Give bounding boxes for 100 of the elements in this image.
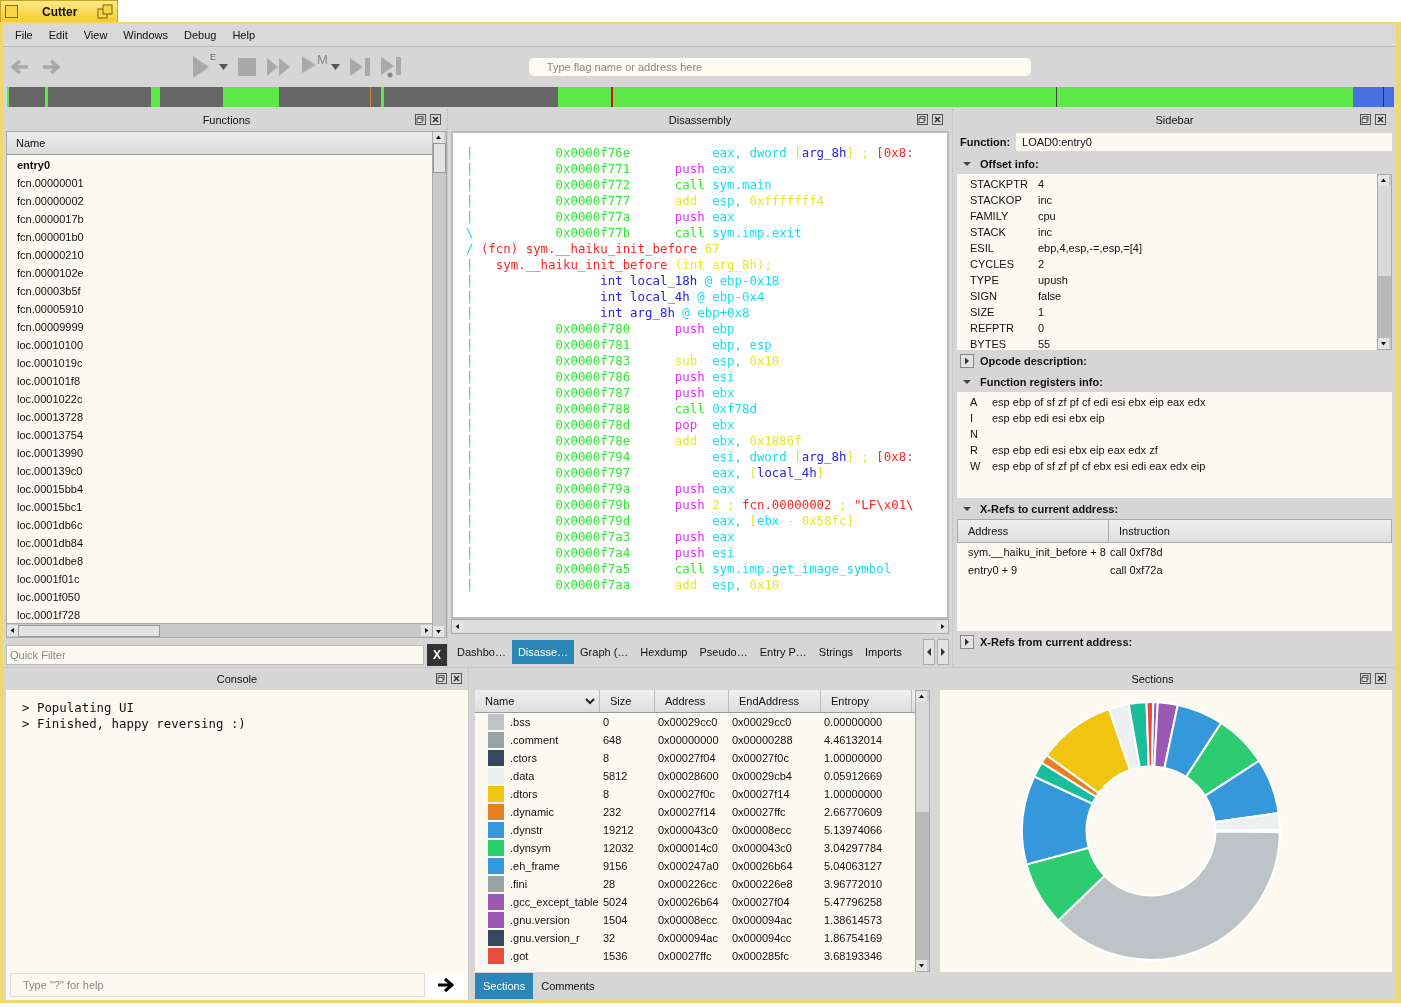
scroll-left-icon[interactable] <box>452 621 463 632</box>
scroll-up-icon[interactable] <box>916 691 927 702</box>
zoom-icon[interactable] <box>97 3 113 20</box>
menu-item[interactable]: Debug <box>176 29 225 41</box>
tab[interactable]: Imports <box>859 640 908 664</box>
table-cell-text: 0x00027f0c <box>731 751 790 766</box>
function-item[interactable]: loc.00010100 <box>7 336 432 354</box>
command-field[interactable]: Type "?" for help <box>10 973 425 997</box>
function-item[interactable]: fcn.00003b5f <box>7 282 432 300</box>
function-item[interactable]: fcn.00000210 <box>7 246 432 264</box>
function-item[interactable]: loc.000101f8 <box>7 372 432 390</box>
scroll-down-icon[interactable] <box>1378 338 1389 349</box>
function-item[interactable]: loc.0001f01c <box>7 570 432 588</box>
function-item[interactable]: loc.0001f728 <box>7 606 432 623</box>
tab[interactable]: Disasse… <box>511 640 575 664</box>
clear-button[interactable]: X <box>427 644 447 666</box>
column-header[interactable]: Entropy <box>821 690 912 712</box>
close-icon[interactable] <box>932 114 943 125</box>
float-icon[interactable] <box>917 114 928 125</box>
function-item[interactable]: loc.0001db6c <box>7 516 432 534</box>
table-cell-text: 0x000247a0 <box>657 859 720 874</box>
mnemonic: push <box>674 369 705 384</box>
tab[interactable]: Dashbo… <box>451 640 512 664</box>
table-cell-text: 0x000285fc <box>731 949 790 964</box>
column-header[interactable]: Address <box>655 690 729 712</box>
horizontal-scrollbar[interactable] <box>451 619 949 634</box>
filter-field[interactable]: Quick Filter <box>6 645 424 665</box>
window-menu-icon[interactable] <box>5 5 18 18</box>
column-header[interactable]: Size <box>600 690 655 712</box>
scroll-thumb[interactable] <box>1378 276 1391 338</box>
menu-item[interactable]: Windows <box>115 29 176 41</box>
float-icon[interactable] <box>1360 114 1371 125</box>
local-variable: int local_18h @ ebp-0x18 <box>600 273 780 289</box>
close-icon[interactable] <box>451 673 462 684</box>
scroll-left-icon[interactable] <box>923 639 935 665</box>
function-item[interactable]: fcn.0000017b <box>7 210 432 228</box>
function-item[interactable]: loc.00015bc1 <box>7 498 432 516</box>
tab[interactable]: Comments <box>533 973 603 999</box>
tab[interactable]: Graph (… <box>574 640 635 664</box>
function-item[interactable]: entry0 <box>7 156 432 174</box>
function-item[interactable]: loc.00013754 <box>7 426 432 444</box>
scroll-left-icon[interactable] <box>7 625 18 636</box>
column-header[interactable]: Name <box>7 132 432 155</box>
function-item[interactable]: loc.0001022c <box>7 390 432 408</box>
function-item[interactable]: loc.0001f050 <box>7 588 432 606</box>
vertical-scrollbar[interactable] <box>1377 174 1392 350</box>
tab[interactable]: Strings <box>812 640 860 664</box>
column-header[interactable]: Name <box>475 690 600 712</box>
float-icon[interactable] <box>415 114 426 125</box>
table-cell-text: .got <box>510 949 529 964</box>
scroll-thumb[interactable] <box>18 624 160 637</box>
execute-button[interactable] <box>428 973 464 997</box>
horizontal-scrollbar[interactable] <box>7 623 432 637</box>
scroll-right-icon[interactable] <box>421 625 432 636</box>
tab[interactable]: Sections <box>475 973 534 999</box>
menu-item[interactable]: View <box>75 29 116 41</box>
field-label: Function: <box>960 136 1011 148</box>
vertical-scrollbar[interactable] <box>432 132 446 637</box>
scroll-right-icon[interactable] <box>937 621 948 632</box>
tab[interactable]: Pseudo… <box>693 640 754 664</box>
search-field[interactable]: Type flag name or address here <box>528 58 1031 76</box>
operands: eax, [ebx - 0x58fc] <box>712 513 854 529</box>
menu-item[interactable]: Edit <box>40 29 76 41</box>
caret-icon[interactable] <box>330 64 340 70</box>
function-item[interactable]: fcn.00000002 <box>7 192 432 210</box>
function-field[interactable]: LOAD0:entry0 <box>1016 133 1392 151</box>
float-icon[interactable] <box>1360 673 1371 684</box>
function-item[interactable]: loc.0001019c <box>7 354 432 372</box>
function-item[interactable]: loc.00013990 <box>7 444 432 462</box>
tab[interactable]: Hexdump <box>634 640 694 664</box>
scroll-thumb[interactable] <box>916 812 929 960</box>
close-icon[interactable] <box>430 114 441 125</box>
float-icon[interactable] <box>436 673 447 684</box>
function-item[interactable]: loc.0001dbe8 <box>7 552 432 570</box>
function-item[interactable]: loc.00015bb4 <box>7 480 432 498</box>
vertical-scrollbar[interactable] <box>915 690 930 972</box>
function-item[interactable]: fcn.000001b0 <box>7 228 432 246</box>
function-item[interactable]: loc.000139c0 <box>7 462 432 480</box>
scroll-up-icon[interactable] <box>433 132 444 143</box>
scroll-up-icon[interactable] <box>1378 175 1389 186</box>
scroll-down-icon[interactable] <box>433 626 444 637</box>
function-item[interactable]: fcn.00000001 <box>7 174 432 192</box>
scroll-down-icon[interactable] <box>916 960 927 971</box>
sort-caret-icon[interactable] <box>585 697 595 705</box>
close-icon[interactable] <box>1375 114 1386 125</box>
function-item[interactable]: loc.00013728 <box>7 408 432 426</box>
function-item[interactable]: fcn.00009999 <box>7 318 432 336</box>
function-item[interactable]: fcn.0000102e <box>7 264 432 282</box>
scroll-right-icon[interactable] <box>937 639 949 665</box>
column-header[interactable]: Instruction <box>1109 520 1391 542</box>
caret-icon[interactable] <box>219 64 228 70</box>
tab[interactable]: Entry P… <box>753 640 813 664</box>
close-icon[interactable] <box>1375 673 1386 684</box>
scroll-thumb[interactable] <box>433 143 446 173</box>
column-header[interactable]: EndAddress <box>729 690 821 712</box>
column-header[interactable]: Address <box>958 520 1109 542</box>
function-item[interactable]: loc.0001db84 <box>7 534 432 552</box>
function-item[interactable]: fcn.00005910 <box>7 300 432 318</box>
menu-item[interactable]: Help <box>224 29 264 41</box>
menu-item[interactable]: File <box>7 29 41 41</box>
